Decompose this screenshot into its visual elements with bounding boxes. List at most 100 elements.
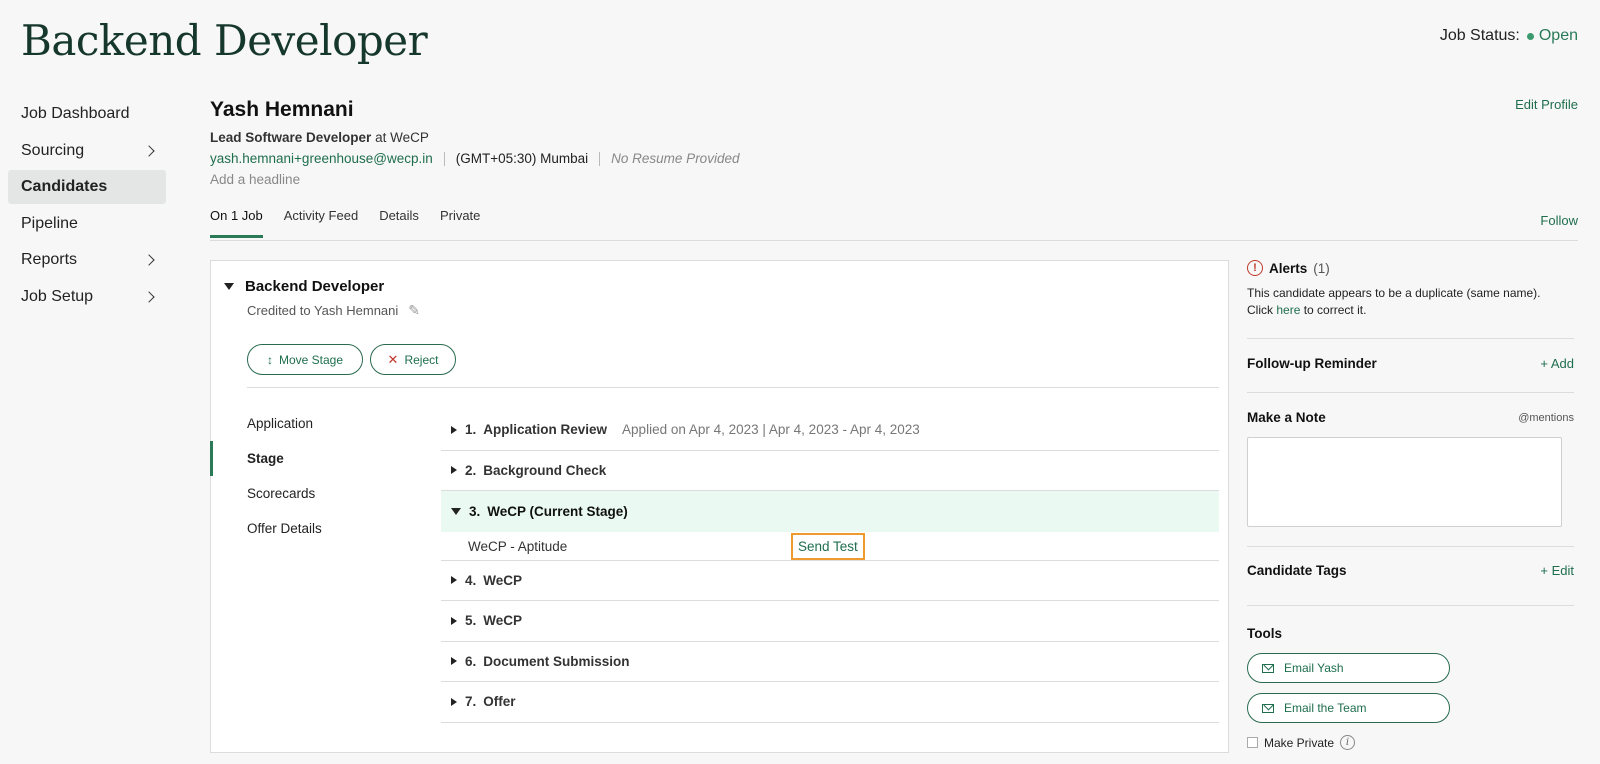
caret-right-icon <box>451 697 457 706</box>
subnav-scorecards[interactable]: Scorecards <box>210 476 420 511</box>
subnav-application[interactable]: Application <box>210 406 420 441</box>
candidate-email-link[interactable]: yash.hemnani+greenhouse@wecp.in <box>210 151 433 166</box>
section-divider <box>1247 338 1574 339</box>
stage-row[interactable]: 4. WeCP <box>441 561 1219 601</box>
mentions-hint: @mentions <box>1518 411 1574 424</box>
reject-label: Reject <box>404 352 439 367</box>
job-subnav: Application Stage Scorecards Offer Detai… <box>210 406 420 546</box>
mail-icon <box>1262 663 1274 673</box>
make-private-label: Make Private <box>1264 735 1335 750</box>
candidate-contact: yash.hemnani+greenhouse@wecp.in (GMT+05:… <box>210 151 739 166</box>
sidebar-item-label: Reports <box>21 251 78 268</box>
caret-right-icon <box>451 576 457 585</box>
stage-row[interactable]: 5. WeCP <box>441 601 1219 642</box>
stage-name: WeCP <box>483 613 523 629</box>
alerts-line: This candidate appears to be a duplicate… <box>1247 286 1541 300</box>
caret-down-icon <box>451 507 461 515</box>
alerts-title: Alerts <box>1269 260 1308 276</box>
pencil-icon[interactable]: ✎ <box>408 302 420 319</box>
move-stage-button[interactable]: ↕ Move Stage <box>247 344 363 375</box>
alerts-here-link[interactable]: here <box>1276 303 1300 317</box>
edit-profile-link[interactable]: Edit Profile <box>1515 97 1578 112</box>
sidebar-item-label: Job Setup <box>21 287 94 305</box>
stage-name: WeCP <box>483 572 523 588</box>
stage-list: 1. Application Review Applied on Apr 4, … <box>441 410 1219 723</box>
stage-name: Background Check <box>483 462 607 478</box>
stage-row[interactable]: 7. Offer <box>441 682 1219 723</box>
card-divider <box>247 387 1219 388</box>
candidate-at: at <box>375 130 387 145</box>
email-candidate-button[interactable]: Email Yash <box>1247 653 1450 683</box>
job-header[interactable]: Backend Developer <box>224 278 384 295</box>
info-icon[interactable]: i <box>1340 735 1356 750</box>
sidebar-item-job-setup[interactable]: Job Setup <box>8 280 166 314</box>
stage-interview-row: WeCP - Aptitude Send Test <box>441 532 1219 561</box>
credited-text: Credited to Yash Hemnani <box>247 303 399 318</box>
tabs-divider <box>210 240 1578 241</box>
stage-row[interactable]: 1. Application Review Applied on Apr 4, … <box>441 410 1219 451</box>
candidate-tabs: On 1 Job Activity Feed Details Private <box>210 208 480 238</box>
sidebar-item-candidates[interactable]: Candidates <box>8 170 166 204</box>
send-test-link[interactable]: Send Test <box>791 532 865 560</box>
chevron-right-icon <box>143 144 155 157</box>
status-dot-icon <box>1526 32 1534 40</box>
mail-icon <box>1262 703 1274 713</box>
stage-number: 3. <box>469 503 481 519</box>
resume-status: No Resume Provided <box>611 151 740 166</box>
stage-row[interactable]: 2. Background Check <box>441 451 1219 491</box>
sidebar-item-reports[interactable]: Reports <box>8 243 166 277</box>
subnav-offer-details[interactable]: Offer Details <box>210 511 420 546</box>
section-divider <box>1247 392 1574 393</box>
followup-title: Follow-up Reminder <box>1247 356 1377 371</box>
sidebar-item-label: Candidates <box>21 178 108 195</box>
email-team-label: Email the Team <box>1284 701 1367 715</box>
make-private-checkbox[interactable] <box>1247 737 1258 748</box>
caret-right-icon <box>451 466 457 475</box>
tab-activity-feed[interactable]: Activity Feed <box>284 208 358 238</box>
email-candidate-label: Email Yash <box>1284 661 1344 675</box>
edit-tags-button[interactable]: + Edit <box>1540 563 1574 578</box>
sidebar-item-pipeline[interactable]: Pipeline <box>8 207 166 241</box>
follow-link[interactable]: Follow <box>1540 213 1578 228</box>
reject-button[interactable]: ✕ Reject <box>370 344 456 375</box>
subnav-stage[interactable]: Stage <box>210 441 420 476</box>
add-headline-link[interactable]: Add a headline <box>210 172 300 187</box>
vertical-arrows-icon: ↕ <box>266 352 273 367</box>
tools-title: Tools <box>1247 626 1282 641</box>
alerts-click-text: Click <box>1247 303 1273 317</box>
tab-details[interactable]: Details <box>379 208 419 238</box>
caret-right-icon <box>451 616 457 625</box>
section-divider <box>1247 605 1574 606</box>
tools-section: Tools <box>1247 625 1574 643</box>
stage-name: Document Submission <box>483 653 630 669</box>
job-status-label: Job Status: <box>1439 27 1520 44</box>
stage-row-current[interactable]: 3. WeCP (Current Stage) <box>441 491 1219 532</box>
stage-number: 5. <box>465 613 477 629</box>
caret-right-icon <box>451 657 457 666</box>
sidebar-item-sourcing[interactable]: Sourcing <box>8 134 166 168</box>
alerts-header: ! Alerts (1) <box>1247 260 1574 276</box>
make-private-row: Make Private i <box>1247 735 1356 750</box>
sidebar-item-label: Sourcing <box>21 141 85 159</box>
chevron-right-icon <box>143 254 155 266</box>
stage-number: 1. <box>465 422 477 438</box>
candidate-role: Lead Software Developer at WeCP <box>210 130 429 145</box>
tab-on-1-job[interactable]: On 1 Job <box>210 208 263 238</box>
add-followup-button[interactable]: + Add <box>1540 356 1574 371</box>
stage-row[interactable]: 6. Document Submission <box>441 642 1219 682</box>
credited-to: Credited to Yash Hemnani ✎ <box>247 302 420 319</box>
note-textarea[interactable] <box>1247 437 1562 527</box>
tab-private[interactable]: Private <box>440 208 480 238</box>
note-title: Make a Note <box>1247 410 1326 425</box>
stage-number: 2. <box>465 462 477 478</box>
close-icon: ✕ <box>387 351 399 367</box>
sidebar: Job Dashboard Sourcing Candidates Pipeli… <box>8 97 166 316</box>
sidebar-item-job-dashboard[interactable]: Job Dashboard <box>8 97 166 131</box>
job-name: Backend Developer <box>245 278 385 295</box>
chevron-right-icon <box>143 290 155 303</box>
stage-name: WeCP (Current Stage) <box>487 503 628 519</box>
email-team-button[interactable]: Email the Team <box>1247 693 1450 723</box>
section-divider <box>1247 546 1574 547</box>
sidebar-item-label: Pipeline <box>21 214 78 232</box>
alerts-message: This candidate appears to be a duplicate… <box>1247 285 1574 319</box>
